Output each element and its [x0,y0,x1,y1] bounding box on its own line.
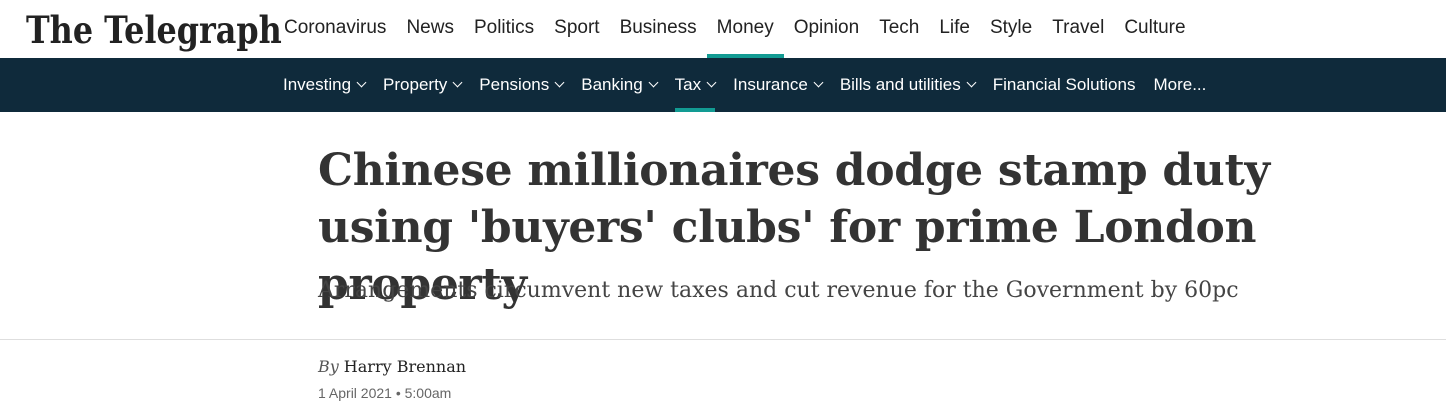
chevron-down-icon [813,77,824,88]
article-standfirst: Arrangements circumvent new taxes and cu… [318,278,1239,303]
chevron-down-icon [452,77,463,88]
subnav-tax[interactable]: Tax [666,58,724,112]
subnav-label: Bills and utilities [839,75,961,94]
main-nav-politics[interactable]: Politics [464,0,544,58]
main-nav-travel[interactable]: Travel [1042,0,1114,58]
subnav-label: Banking [581,75,643,94]
chevron-down-icon [356,77,367,88]
masthead: The Telegraph Coronavirus News Politics … [0,0,1446,58]
publish-date: 1 April 2021 • 5:00am [318,385,452,401]
byline: By Harry Brennan [318,356,466,378]
money-subnav-bar: Investing Property Pensions Banking Tax … [0,58,1446,112]
main-nav-coronavirus[interactable]: Coronavirus [274,0,396,58]
subnav-more[interactable]: More... [1144,58,1215,112]
main-nav-news[interactable]: News [396,0,464,58]
subnav-label: Pensions [479,75,550,94]
main-nav-style[interactable]: Style [980,0,1042,58]
subnav-label: Insurance [733,75,808,94]
subnav-banking[interactable]: Banking [572,58,665,112]
subnav-financial-solutions[interactable]: Financial Solutions [984,58,1145,112]
main-nav-culture[interactable]: Culture [1114,0,1195,58]
subnav-label: Financial Solutions [992,75,1136,94]
chevron-down-icon [554,77,565,88]
subnav-property[interactable]: Property [374,58,470,112]
main-nav-sport[interactable]: Sport [544,0,609,58]
main-nav-tech[interactable]: Tech [869,0,929,58]
chevron-down-icon [966,77,977,88]
subnav-label: Property [383,75,448,94]
author-link[interactable]: Harry Brennan [344,357,466,376]
main-nav: Coronavirus News Politics Sport Business… [274,0,1196,58]
byline-prefix: By [318,357,339,376]
main-nav-opinion[interactable]: Opinion [784,0,870,58]
chevron-down-icon [706,77,717,88]
main-nav-business[interactable]: Business [610,0,707,58]
chevron-down-icon [648,77,659,88]
main-nav-life[interactable]: Life [929,0,980,58]
subnav-pensions[interactable]: Pensions [470,58,572,112]
money-subnav: Investing Property Pensions Banking Tax … [274,58,1215,112]
telegraph-logo[interactable]: The Telegraph [26,8,282,52]
subnav-label: Tax [674,75,702,94]
main-nav-money[interactable]: Money [706,0,784,58]
subnav-label: Investing [283,75,352,94]
subnav-label: More... [1153,75,1207,94]
subnav-insurance[interactable]: Insurance [724,58,831,112]
subnav-bills-and-utilities[interactable]: Bills and utilities [831,58,984,112]
subnav-investing[interactable]: Investing [274,58,374,112]
divider [0,339,1446,340]
